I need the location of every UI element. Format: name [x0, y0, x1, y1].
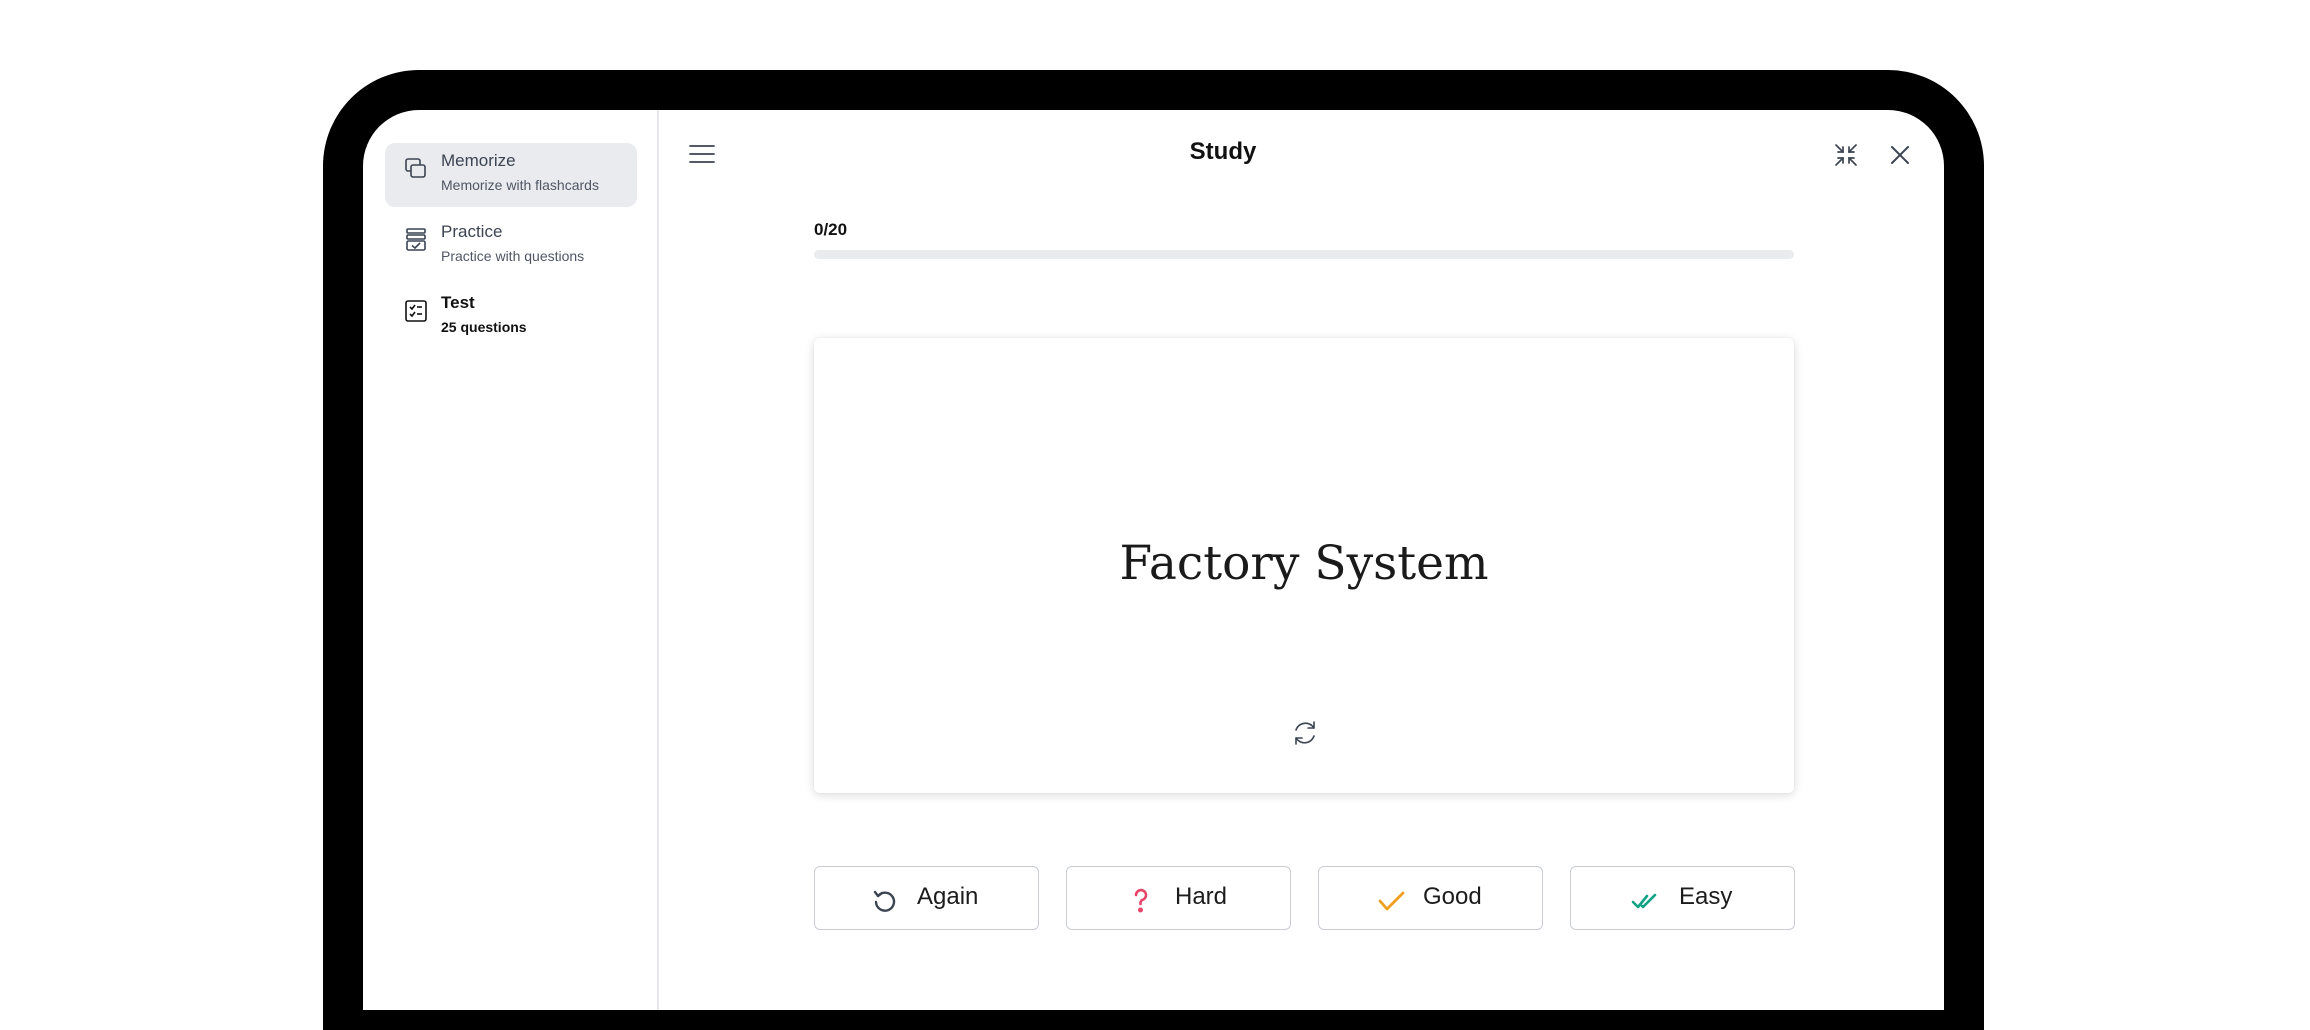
- good-label: Good: [1423, 883, 1482, 910]
- again-label: Again: [917, 883, 979, 910]
- question-icon: [1127, 887, 1155, 915]
- sidebar-item-title: Test: [441, 293, 475, 312]
- sidebar: Memorize Memorize with flashcards Practi…: [363, 110, 659, 1010]
- easy-button[interactable]: Easy: [1570, 866, 1795, 930]
- checklist-icon: [403, 298, 429, 324]
- sidebar-item-title: Memorize: [441, 151, 516, 170]
- hard-button[interactable]: Hard: [1066, 866, 1291, 930]
- progress-bar: [814, 250, 1794, 259]
- progress-count: 0/20: [814, 220, 848, 239]
- hamburger-menu-icon[interactable]: [688, 143, 716, 165]
- sidebar-item-title: Practice: [441, 222, 503, 241]
- device-frame: Memorize Memorize with flashcards Practi…: [323, 70, 1984, 1030]
- collapse-icon[interactable]: [1833, 142, 1859, 168]
- app-screen: Memorize Memorize with flashcards Practi…: [363, 110, 1944, 1010]
- close-icon[interactable]: [1889, 144, 1911, 166]
- sidebar-item-memorize[interactable]: Memorize Memorize with flashcards: [385, 143, 637, 207]
- flashcard-term: Factory System: [1119, 536, 1489, 591]
- undo-icon: [871, 887, 899, 915]
- cards-icon: [403, 156, 429, 182]
- flip-card-icon[interactable]: [1290, 718, 1320, 748]
- stack-icon: [403, 227, 429, 253]
- good-button[interactable]: Good: [1318, 866, 1543, 930]
- sidebar-item-subtitle: 25 questions: [441, 319, 527, 335]
- double-check-icon: [1631, 887, 1659, 915]
- flashcard[interactable]: Factory System: [814, 338, 1794, 793]
- hard-label: Hard: [1175, 883, 1228, 910]
- sidebar-item-test[interactable]: Test 25 questions: [385, 285, 637, 349]
- sidebar-item-subtitle: Practice with questions: [441, 248, 585, 264]
- page-title: Study: [1189, 138, 1257, 165]
- easy-label: Easy: [1679, 883, 1733, 910]
- sidebar-item-subtitle: Memorize with flashcards: [441, 177, 599, 193]
- again-button[interactable]: Again: [814, 866, 1039, 930]
- sidebar-item-practice[interactable]: Practice Practice with questions: [385, 214, 637, 278]
- check-icon: [1377, 887, 1405, 915]
